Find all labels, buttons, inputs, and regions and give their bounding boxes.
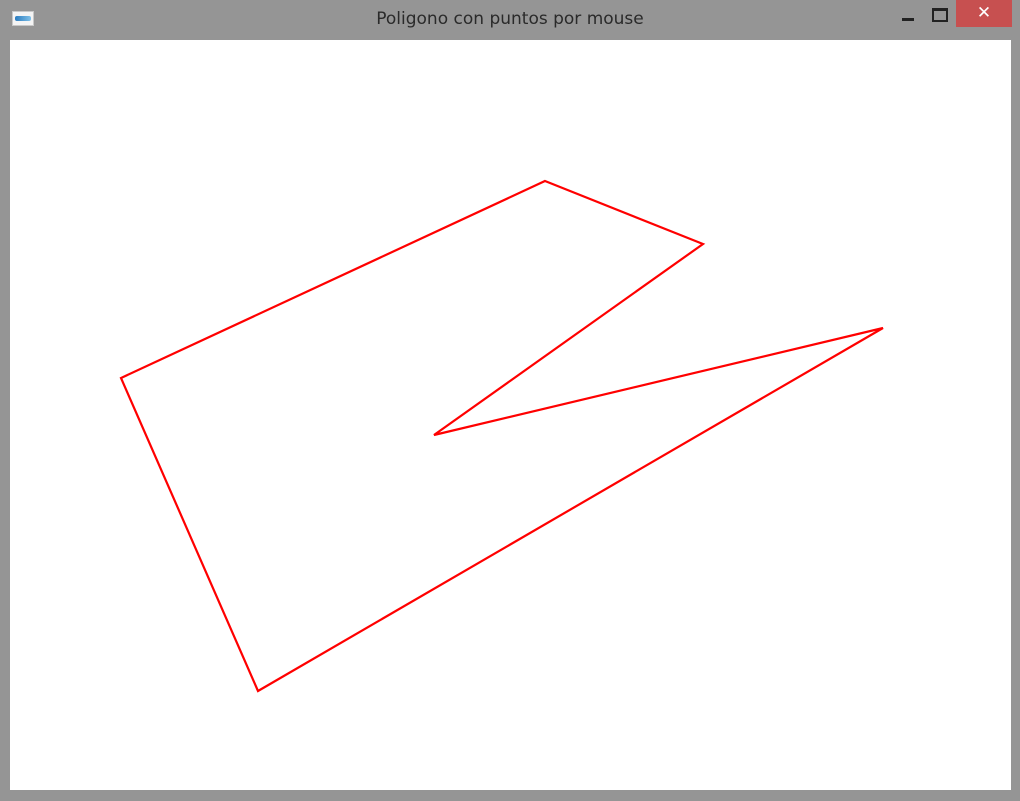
minimize-button[interactable] — [896, 0, 920, 28]
polygon-canvas[interactable] — [10, 40, 1011, 790]
maximize-button[interactable] — [926, 0, 952, 28]
drawing-canvas[interactable] — [10, 40, 1011, 790]
close-icon: ✕ — [976, 3, 992, 23]
window-title: Poligono con puntos por mouse — [376, 9, 644, 29]
title-bar[interactable]: Poligono con puntos por mouse ✕ — [0, 0, 1020, 40]
close-button[interactable]: ✕ — [956, 0, 1012, 27]
app-window: Poligono con puntos por mouse ✕ — [0, 0, 1020, 801]
polygon-shape — [119, 179, 884, 693]
